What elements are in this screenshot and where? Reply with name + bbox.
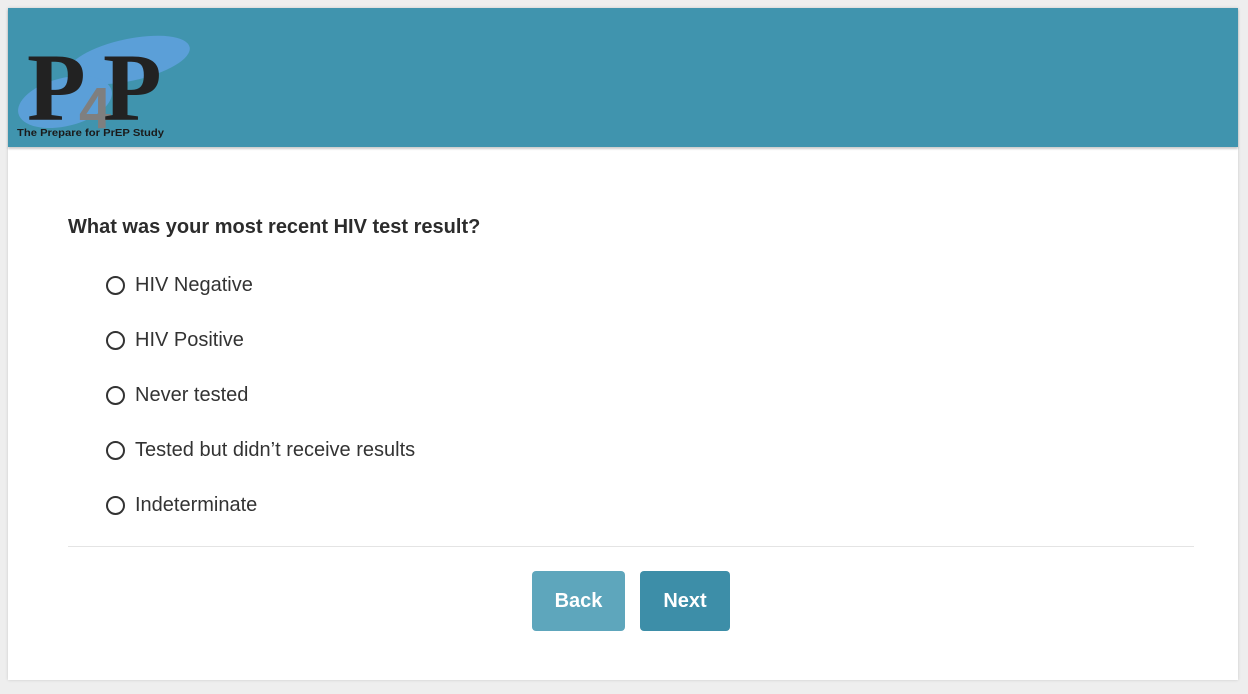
option-hiv-positive[interactable]: HIV Positive xyxy=(106,313,415,368)
option-indeterminate[interactable]: Indeterminate xyxy=(106,478,415,533)
radio-circle-icon[interactable] xyxy=(106,496,125,515)
option-tested-no-results[interactable]: Tested but didn’t receive results xyxy=(106,423,415,478)
radio-circle-icon[interactable] xyxy=(106,441,125,460)
option-label[interactable]: Indeterminate xyxy=(135,494,257,517)
option-label[interactable]: HIV Positive xyxy=(135,329,244,352)
survey-card: P 4 P The Prepare for PrEP Study What wa… xyxy=(8,8,1238,680)
radio-circle-icon[interactable] xyxy=(106,331,125,350)
divider xyxy=(68,546,1194,547)
logo-tagline: The Prepare for PrEP Study xyxy=(17,128,164,138)
radio-circle-icon[interactable] xyxy=(106,276,125,295)
back-button[interactable]: Back xyxy=(532,571,625,631)
radio-circle-icon[interactable] xyxy=(106,386,125,405)
question-text: What was your most recent HIV test resul… xyxy=(68,216,481,238)
next-button[interactable]: Next xyxy=(640,571,730,631)
option-label[interactable]: Tested but didn’t receive results xyxy=(135,439,415,462)
option-label[interactable]: HIV Negative xyxy=(135,274,253,297)
option-never-tested[interactable]: Never tested xyxy=(106,368,415,423)
logo-letter-p1: P xyxy=(27,34,86,138)
option-hiv-negative[interactable]: HIV Negative xyxy=(106,258,415,313)
study-logo: P 4 P The Prepare for PrEP Study xyxy=(17,34,190,138)
answer-options: HIV Negative HIV Positive Never tested T… xyxy=(106,258,415,533)
logo-letter-p2: P xyxy=(103,34,162,138)
header-banner: P 4 P The Prepare for PrEP Study xyxy=(8,8,1238,147)
option-label[interactable]: Never tested xyxy=(135,384,248,407)
